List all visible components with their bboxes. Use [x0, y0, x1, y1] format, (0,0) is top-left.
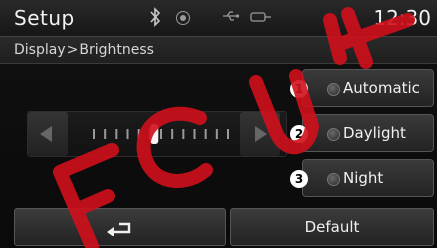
- scale-tick: [193, 129, 196, 139]
- breadcrumb: Display>Brightness: [14, 42, 154, 58]
- default-button[interactable]: Default: [230, 208, 434, 246]
- option-label: Night: [343, 169, 384, 187]
- record-icon: [176, 11, 190, 25]
- scale-tick: [182, 129, 185, 139]
- breadcrumb-separator: >: [66, 42, 79, 58]
- callout-badge-1: 1: [290, 80, 308, 98]
- breadcrumb-bar: Display>Brightness: [0, 37, 437, 64]
- default-button-label: Default: [304, 218, 360, 236]
- scale-tick: [115, 129, 118, 139]
- option-daylight[interactable]: Daylight: [302, 114, 434, 152]
- plug-icon: [250, 12, 271, 22]
- right-arrow-icon: [255, 126, 267, 142]
- scale-tick: [204, 129, 207, 139]
- scale-tick: [227, 129, 229, 139]
- scale-tick: [104, 129, 107, 139]
- radio-indicator: [327, 83, 340, 96]
- brightness-decrease-button[interactable]: [28, 112, 68, 156]
- setup-screen: Setup 12:30 Display>Brightness Automatic…: [0, 0, 437, 248]
- option-night[interactable]: Night: [302, 159, 434, 197]
- status-bar: Setup 12:30: [0, 0, 437, 37]
- scale-tick: [171, 129, 174, 139]
- brightness-slider[interactable]: [27, 111, 287, 157]
- scale-tick: [215, 129, 218, 139]
- left-arrow-icon: [40, 126, 52, 142]
- breadcrumb-current: Brightness: [79, 42, 154, 58]
- bluetooth-icon: [150, 7, 161, 27]
- callout-badge-3: 3: [290, 170, 308, 188]
- scale-tick: [137, 129, 140, 139]
- slider-thumb[interactable]: [150, 124, 159, 144]
- option-label: Daylight: [343, 124, 406, 142]
- option-label: Automatic: [343, 79, 420, 97]
- option-automatic[interactable]: Automatic: [302, 69, 434, 107]
- brightness-increase-button[interactable]: [240, 112, 280, 156]
- page-title: Setup: [14, 6, 75, 30]
- back-button[interactable]: [14, 208, 226, 246]
- scale-tick: [160, 129, 162, 139]
- brightness-scale[interactable]: [86, 124, 236, 144]
- radio-indicator: [327, 173, 340, 186]
- callout-badge-2: 2: [290, 125, 308, 143]
- scale-tick: [126, 129, 129, 139]
- scale-tick: [93, 129, 95, 139]
- radio-indicator: [327, 128, 340, 141]
- clock: 12:30: [373, 6, 431, 30]
- back-arrow-icon: [107, 222, 131, 236]
- breadcrumb-parent: Display: [14, 42, 66, 58]
- usb-icon: [223, 11, 240, 21]
